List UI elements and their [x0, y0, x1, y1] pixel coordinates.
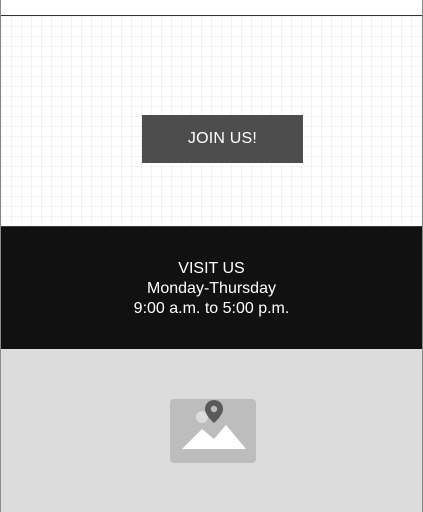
- visit-section: VISIT US Monday-Thursday 9:00 a.m. to 5:…: [1, 226, 422, 349]
- visit-days: Monday-Thursday: [147, 280, 276, 297]
- previous-section-edge: [1, 0, 422, 16]
- visit-heading: VISIT US: [178, 260, 245, 277]
- map-placeholder: [1, 349, 422, 512]
- page: JOIN US! VISIT US Monday-Thursday 9:00 a…: [0, 0, 423, 512]
- visit-info: VISIT US Monday-Thursday 9:00 a.m. to 5:…: [1, 259, 422, 319]
- join-section: JOIN US!: [1, 16, 422, 226]
- visit-hours: 9:00 a.m. to 5:00 p.m.: [133, 300, 290, 317]
- join-us-button[interactable]: JOIN US!: [142, 115, 303, 163]
- image-placeholder-icon: [170, 399, 256, 463]
